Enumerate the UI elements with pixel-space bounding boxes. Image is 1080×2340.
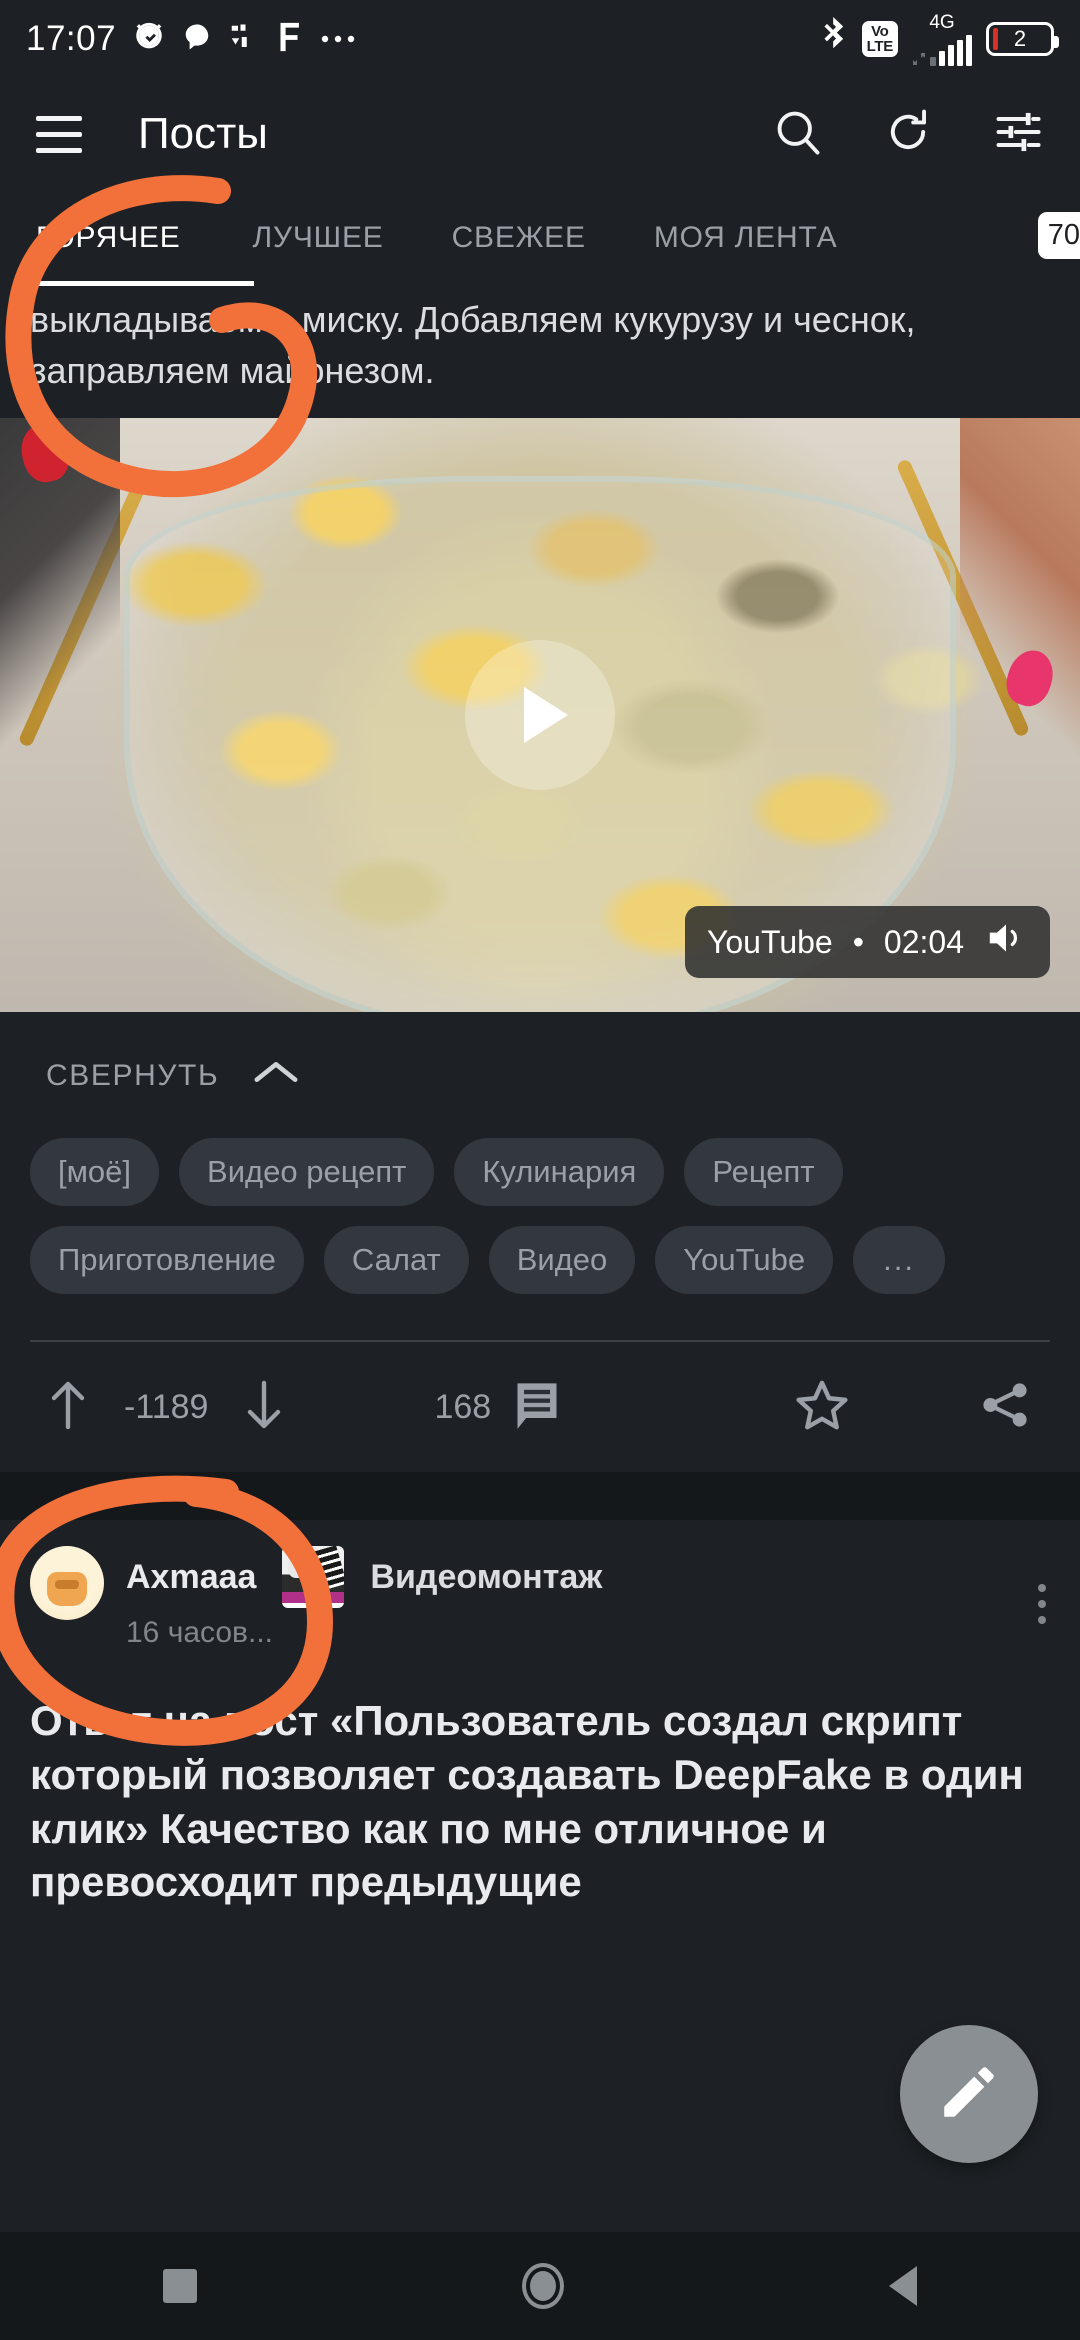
app-bar-actions xyxy=(772,106,1044,163)
arrow-up-icon[interactable] xyxy=(48,1379,88,1436)
post-rating-value: -1189 xyxy=(124,1387,209,1426)
collapse-label: СВЕРНУТЬ xyxy=(46,1059,220,1093)
post-timestamp: 16 часов... xyxy=(126,1616,273,1650)
tag-chip[interactable]: Кулинария xyxy=(454,1138,665,1207)
status-bar-left: 17:07 xyxy=(26,19,360,59)
bluetooth-icon xyxy=(822,16,848,62)
post-video-thumbnail[interactable]: YouTube • 02:04 xyxy=(0,418,1080,1013)
share-icon[interactable] xyxy=(978,1378,1032,1437)
post-body-text: выкладываем в миску. Добавляем кукурузу … xyxy=(30,299,916,392)
post-tag-list: [моё] Видео рецепт Кулинария Рецепт Приг… xyxy=(0,1128,1080,1295)
tag-chip[interactable]: Приготовление xyxy=(30,1226,304,1295)
volume-on-icon[interactable] xyxy=(984,920,1028,964)
android-nav-bar xyxy=(0,2232,1080,2340)
tab-my-feed[interactable]: МОЯ ЛЕНТА xyxy=(620,221,872,255)
hamburger-menu-icon[interactable] xyxy=(36,115,82,153)
data-arrows-icon xyxy=(913,53,925,65)
post-meta: Axmaaa Видеомонтаж 16 часов... xyxy=(126,1546,602,1650)
signal-bars-icon xyxy=(930,35,972,66)
post-rating-group: -1189 xyxy=(48,1379,284,1436)
volte-icon: Vo LTE xyxy=(861,21,898,57)
alarm-icon xyxy=(132,20,166,59)
network-type-label: 4G xyxy=(929,12,955,33)
create-post-fab[interactable] xyxy=(900,2025,1038,2163)
pencil-edit-icon xyxy=(936,2059,1002,2130)
post-comments-group[interactable]: 168 xyxy=(434,1379,561,1436)
video-source-label: YouTube xyxy=(706,923,833,960)
post-comments-count: 168 xyxy=(434,1387,492,1426)
tag-chip[interactable]: [моё] xyxy=(30,1138,160,1207)
tab-best[interactable]: ЛУЧШЕЕ xyxy=(219,221,418,255)
hand-right-decor xyxy=(960,418,1080,759)
status-bar: 17:07 Vo LTE 4G 2 xyxy=(0,0,1080,78)
status-bar-clock: 17:07 xyxy=(26,19,117,58)
search-icon[interactable] xyxy=(772,106,824,163)
chat-bubble-icon xyxy=(182,22,212,57)
post-action-bar: -1189 168 xyxy=(0,1342,1080,1472)
post-card-2: Axmaaa Видеомонтаж 16 часов... Ответ на … xyxy=(0,1520,1080,1909)
play-icon[interactable] xyxy=(465,640,615,791)
tab-fresh[interactable]: СВЕЖЕЕ xyxy=(418,221,620,255)
tab-active-indicator xyxy=(36,281,254,286)
home-circle-icon[interactable] xyxy=(521,2263,564,2309)
tab-hot[interactable]: ГОРЯЧЕЕ xyxy=(36,221,219,255)
battery-level-label: 2 xyxy=(1013,26,1027,51)
post-title[interactable]: Ответ на пост «Пользователь создал скрип… xyxy=(30,1694,1050,1909)
post-separator xyxy=(0,1472,1080,1521)
post-author-row: Axmaaa Видеомонтаж xyxy=(126,1546,602,1609)
post-header: Axmaaa Видеомонтаж 16 часов... xyxy=(30,1546,1050,1650)
arrow-down-icon[interactable] xyxy=(244,1379,284,1436)
back-triangle-icon[interactable] xyxy=(889,2266,918,2306)
tag-chip[interactable]: Видео рецепт xyxy=(179,1138,435,1207)
post-author-name[interactable]: Axmaaa xyxy=(126,1558,256,1597)
comment-icon[interactable] xyxy=(513,1379,561,1436)
star-icon[interactable] xyxy=(794,1378,850,1437)
tab-bar: ГОРЯЧЕЕ ЛУЧШЕЕ СВЕЖЕЕ МОЯ ЛЕНТА 70 xyxy=(0,190,1080,286)
more-dots-icon xyxy=(320,30,360,49)
tag-chip[interactable]: Салат xyxy=(323,1226,469,1295)
hand-left-decor xyxy=(0,418,120,759)
signal-icon: 4G xyxy=(912,12,972,66)
app-glyph-icon xyxy=(228,22,258,57)
battery-icon: 2 xyxy=(986,22,1059,56)
tag-chip[interactable]: YouTube xyxy=(655,1226,834,1295)
chevron-up-icon xyxy=(253,1058,299,1094)
recents-square-icon[interactable] xyxy=(162,2269,197,2303)
tag-chip[interactable]: Видео xyxy=(488,1226,636,1295)
video-source-chip: YouTube • 02:04 xyxy=(684,906,1050,979)
status-bar-right: Vo LTE 4G 2 xyxy=(822,12,1059,66)
collapse-toggle[interactable]: СВЕРНУТЬ xyxy=(0,1012,1080,1128)
refresh-icon[interactable] xyxy=(882,106,934,163)
video-chip-separator: • xyxy=(852,923,864,960)
post-community-name[interactable]: Видеомонтаж xyxy=(370,1558,602,1597)
tag-chip[interactable]: Рецепт xyxy=(684,1138,843,1207)
page-title: Посты xyxy=(138,109,268,158)
user-avatar[interactable] xyxy=(30,1546,104,1621)
filter-icon[interactable] xyxy=(992,106,1044,163)
volte-bottom-text: LTE xyxy=(866,38,894,55)
tag-chip-more[interactable]: ... xyxy=(853,1226,945,1295)
app-bar: Посты xyxy=(0,78,1080,190)
video-duration-label: 02:04 xyxy=(883,923,964,960)
kebab-menu-icon[interactable] xyxy=(1038,1584,1046,1625)
f-app-icon xyxy=(274,20,304,59)
film-reel-icon xyxy=(282,1546,345,1609)
tab-badge-count: 70 xyxy=(1037,212,1080,259)
